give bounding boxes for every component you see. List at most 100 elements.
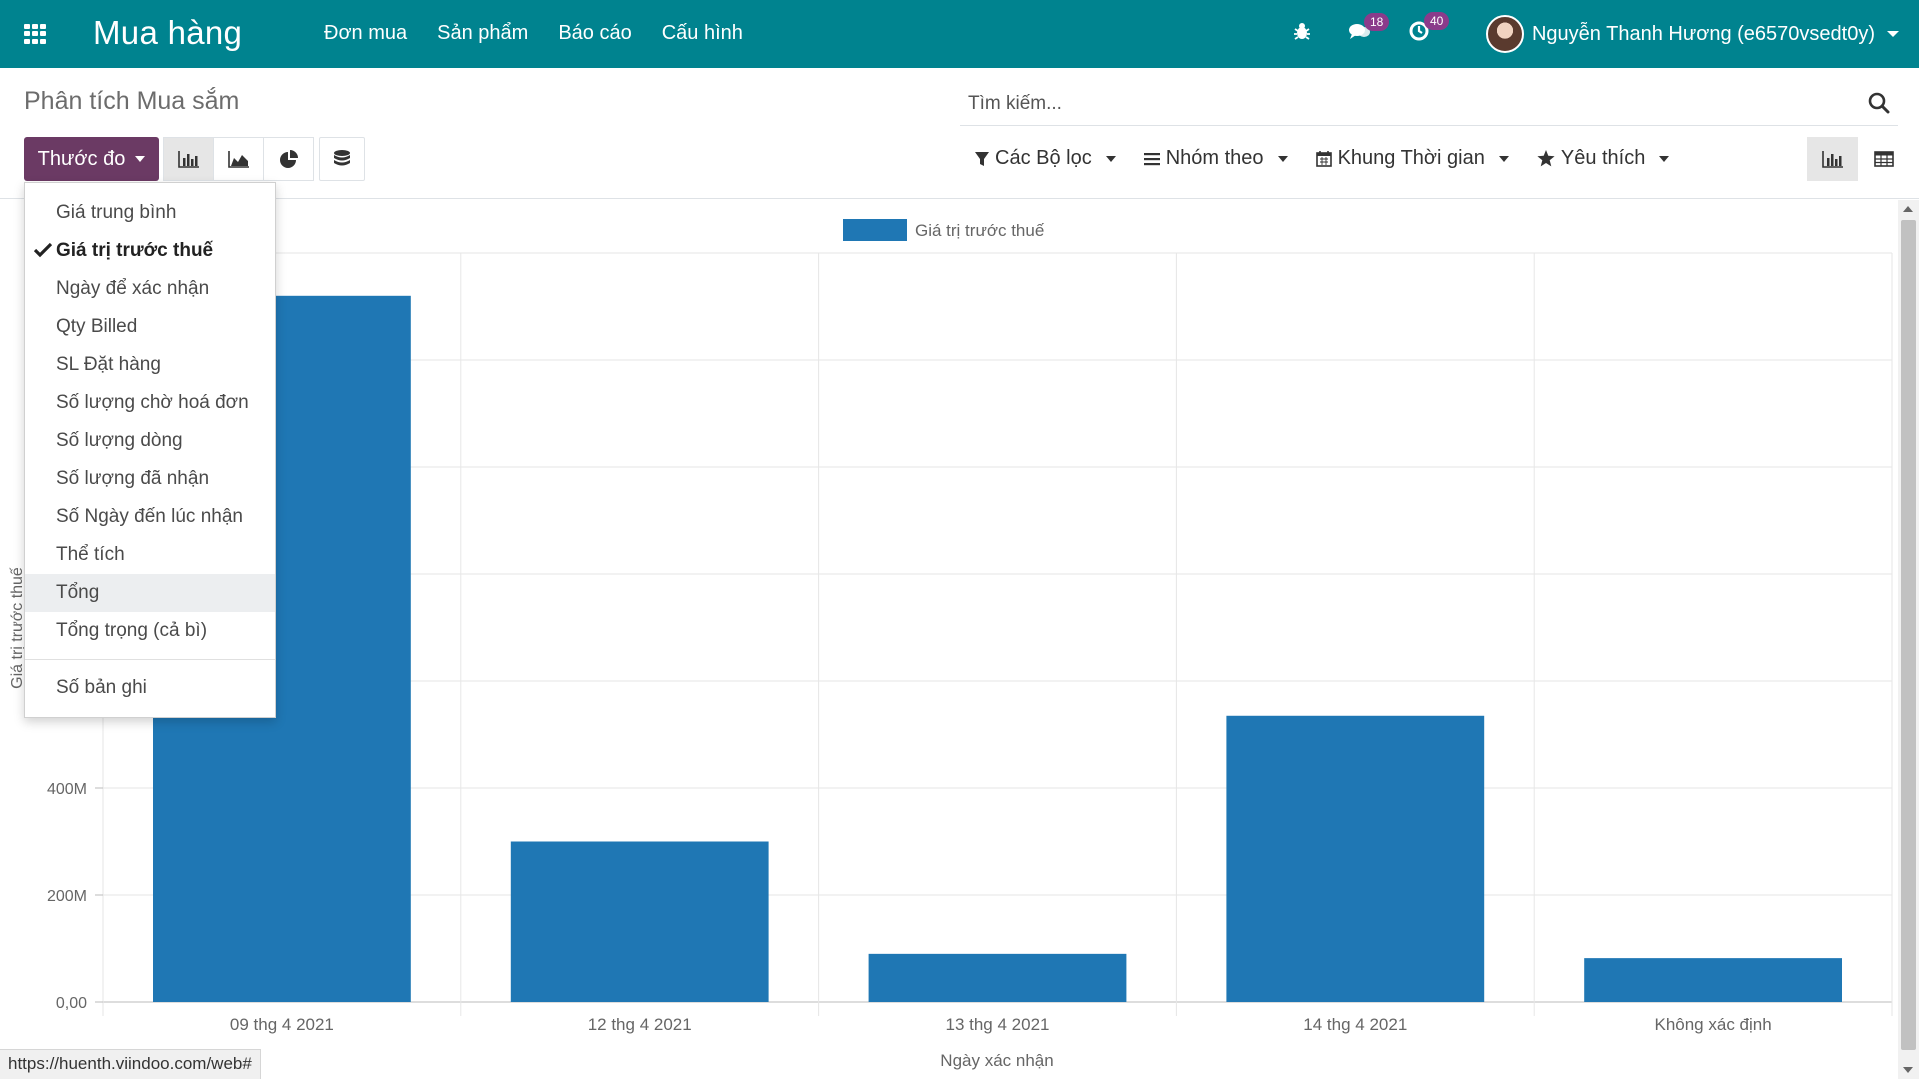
bar-chart-icon <box>1821 151 1843 168</box>
measure-item-label: Giá trị trước thuế <box>56 240 214 261</box>
dropdown-divider <box>25 659 275 660</box>
apps-menu-icon[interactable] <box>24 24 46 44</box>
measure-item[interactable]: Số lượng chờ hoá đơn <box>25 384 275 422</box>
measure-item[interactable]: Số lượng dòng <box>25 422 275 460</box>
measure-item-label: Ngày để xác nhận <box>56 278 210 299</box>
measure-item[interactable]: Số lượng đã nhận <box>25 460 275 498</box>
x-tick-label: Không xác định <box>1654 1015 1771 1034</box>
favorites-label: Yêu thích <box>1560 147 1646 169</box>
scroll-down-arrow-icon[interactable] <box>1903 1067 1913 1073</box>
measure-item-label: Số lượng đã nhận <box>56 468 210 489</box>
view-switcher <box>1807 137 1909 181</box>
measures-button[interactable]: Thước đo <box>24 137 159 181</box>
chevron-down-icon <box>1277 155 1288 162</box>
measures-dropdown: Giá trung bình Giá trị trước thuế Ngày để … <box>24 182 276 718</box>
area-chart-icon <box>227 151 249 168</box>
user-name[interactable]: Nguyễn Thanh Hương (e6570vsedt0y) <box>1532 23 1875 46</box>
chevron-down-icon <box>1105 155 1116 162</box>
y-tick-label: 400M <box>47 781 87 798</box>
user-avatar[interactable] <box>1485 15 1524 53</box>
graph-view-button[interactable] <box>1807 137 1858 181</box>
navbar-systray: 18 40 Nguyễn Thanh Hương (e6570vsedt0y) <box>1256 12 1899 54</box>
chart-bar <box>1226 715 1485 1002</box>
chevron-down-icon[interactable] <box>1887 31 1899 37</box>
app-brand[interactable]: Mua hàng <box>93 14 242 52</box>
measure-item-label: Qty Billed <box>56 316 138 337</box>
search-bar <box>960 82 1898 126</box>
chevron-down-icon <box>1659 155 1670 162</box>
menu-item-products[interactable]: Sản phẩm <box>437 22 528 45</box>
top-navbar: Mua hàng Đơn mua Sản phẩm Báo cáo Cấu hì… <box>0 0 1919 68</box>
control-panel: Phân tích Mua sắm Thước đo Các Bộ lọc Nh… <box>0 68 1919 199</box>
filters-toggle[interactable]: Các Bộ lọc <box>975 147 1116 170</box>
groupby-toggle[interactable]: Nhóm theo <box>1143 147 1288 170</box>
chevron-down-icon <box>1498 155 1509 162</box>
graph-area: 09 thg 4 2021 12 thg 4 2021 13 thg 4 2021 1… <box>0 200 1898 1079</box>
search-options: Các Bộ lọc Nhóm theo Khung Thời gian Yêu… <box>975 147 1670 170</box>
legend-label: Giá trị trước thuế <box>915 221 1045 240</box>
measure-item-label: Giá trung bình <box>56 202 177 223</box>
scroll-thumb[interactable] <box>1901 220 1916 1050</box>
measure-item[interactable]: Giá trung bình <box>25 194 275 232</box>
measure-item[interactable]: Tổng <box>25 574 275 612</box>
measure-item-label: Số lượng dòng <box>56 430 183 451</box>
chart-bar <box>510 841 769 1002</box>
bar-chart: 09 thg 4 2021 12 thg 4 2021 13 thg 4 2021 1… <box>9 219 1893 1070</box>
measure-item[interactable]: Ngày để xác nhận <box>25 270 275 308</box>
legend-swatch <box>843 219 907 241</box>
bug-icon[interactable] <box>1292 21 1312 47</box>
x-tick-label: 09 thg 4 2021 <box>230 1015 334 1034</box>
groupby-label: Nhóm theo <box>1165 147 1264 169</box>
timerange-label: Khung Thời gian <box>1337 147 1485 169</box>
measure-item[interactable]: Giá trị trước thuế <box>25 232 275 270</box>
measure-item-label: Số bản ghi <box>56 677 147 698</box>
measure-item[interactable]: Thể tích <box>25 536 275 574</box>
status-url: https://huenth.viindoo.com/web# <box>0 1049 261 1079</box>
measure-item[interactable]: Số Ngày đến lúc nhận <box>25 498 275 536</box>
x-tick-label: 14 thg 4 2021 <box>1303 1015 1407 1034</box>
measure-item-label: SL Đặt hàng <box>56 354 161 375</box>
main-menu: Đơn mua Sản phẩm Báo cáo Cấu hình <box>324 22 743 45</box>
x-tick-label: 13 thg 4 2021 <box>946 1015 1050 1034</box>
pivot-view-button[interactable] <box>1858 137 1909 181</box>
pie-chart-icon <box>279 150 298 168</box>
chart-type-group <box>163 137 314 181</box>
measure-item-label: Số Ngày đến lúc nhận <box>56 506 243 527</box>
stacked-button[interactable] <box>319 137 365 181</box>
chevron-down-icon <box>135 156 146 162</box>
measure-item[interactable]: SL Đặt hàng <box>25 346 275 384</box>
filter-icon <box>975 151 989 166</box>
page-title: Phân tích Mua sắm <box>24 87 240 115</box>
search-icon[interactable] <box>1868 92 1890 114</box>
bars-icon <box>1143 152 1160 165</box>
search-input[interactable] <box>968 90 1828 118</box>
filters-label: Các Bộ lọc <box>995 147 1092 169</box>
y-tick-label: 200M <box>47 888 87 905</box>
messages-icon[interactable]: 18 <box>1348 13 1390 47</box>
x-tick-label: 12 thg 4 2021 <box>588 1015 692 1034</box>
menu-item-reports[interactable]: Báo cáo <box>558 22 631 45</box>
messages-badge: 18 <box>1363 13 1390 31</box>
calendar-icon <box>1315 151 1332 167</box>
y-tick-label: 0,00 <box>56 995 87 1012</box>
activities-icon[interactable]: 40 <box>1408 12 1450 48</box>
measure-item-count[interactable]: Số bản ghi <box>25 669 275 707</box>
scroll-up-arrow-icon[interactable] <box>1903 206 1913 212</box>
line-chart-button[interactable] <box>213 137 264 181</box>
measure-item[interactable]: Qty Billed <box>25 308 275 346</box>
activities-badge: 40 <box>1423 12 1450 30</box>
measures-label: Thước đo <box>37 147 126 170</box>
measure-item-label: Thể tích <box>56 544 125 565</box>
bar-chart-icon <box>177 151 199 168</box>
measure-item[interactable]: Tổng trọng (cả bì) <box>25 612 275 650</box>
menu-item-config[interactable]: Cấu hình <box>662 22 743 45</box>
favorites-toggle[interactable]: Yêu thích <box>1537 147 1670 170</box>
measure-item-label: Tổng trọng (cả bì) <box>56 620 208 641</box>
menu-item-orders[interactable]: Đơn mua <box>324 22 407 45</box>
x-axis-label: Ngày xác nhận <box>940 1051 1053 1070</box>
vertical-scrollbar[interactable] <box>1898 200 1919 1079</box>
chart-bar <box>1584 958 1842 1002</box>
timerange-toggle[interactable]: Khung Thời gian <box>1315 147 1509 170</box>
bar-chart-button[interactable] <box>163 137 214 181</box>
pie-chart-button[interactable] <box>263 137 314 181</box>
